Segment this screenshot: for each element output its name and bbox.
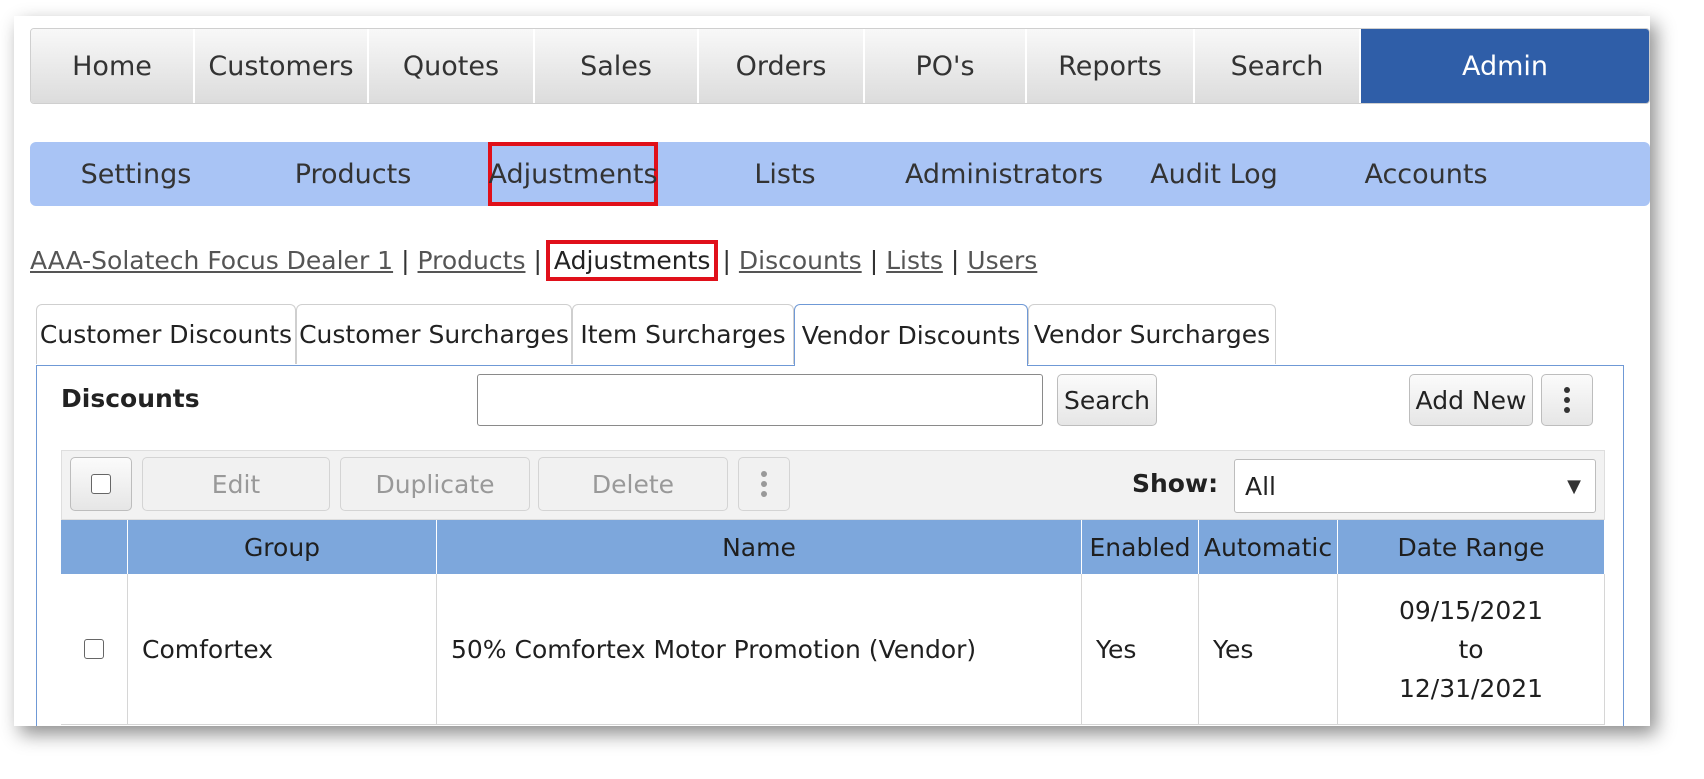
- cell-date-range: 09/15/2021 to 12/31/2021: [1337, 574, 1605, 725]
- row-actions-icon[interactable]: [738, 457, 790, 511]
- breadcrumb: AAA-Solatech Focus Dealer 1 | Products | Adj…: [30, 240, 1037, 286]
- col-enabled[interactable]: Enabled: [1081, 520, 1199, 574]
- crumb-separator: |: [722, 246, 731, 275]
- crumb-lists[interactable]: Lists: [886, 246, 943, 275]
- nav-pos[interactable]: PO's: [865, 29, 1027, 103]
- nav-reports[interactable]: Reports: [1027, 29, 1195, 103]
- row-checkbox[interactable]: [84, 639, 104, 659]
- date-to: 12/31/2021: [1398, 673, 1544, 703]
- nav-customers[interactable]: Customers: [195, 29, 369, 103]
- more-options-icon[interactable]: [1541, 374, 1593, 426]
- panel-title: Discounts: [61, 384, 200, 413]
- crumb-users[interactable]: Users: [967, 246, 1037, 275]
- subnav-audit-log[interactable]: Audit Log: [1124, 142, 1304, 206]
- cell-automatic: Yes: [1198, 574, 1338, 725]
- top-nav: Home Customers Quotes Sales Orders PO's …: [30, 28, 1650, 104]
- show-filter-select[interactable]: All ▼: [1234, 459, 1596, 513]
- cell-group: Comfortex: [127, 574, 437, 725]
- delete-button[interactable]: Delete: [538, 457, 728, 511]
- caret-down-icon: ▼: [1567, 475, 1581, 497]
- nav-quotes[interactable]: Quotes: [369, 29, 535, 103]
- crumb-separator: |: [869, 246, 879, 275]
- nav-orders[interactable]: Orders: [699, 29, 865, 103]
- cell-name: 50% Comfortex Motor Promotion (Vendor): [436, 574, 1082, 725]
- crumb-discounts[interactable]: Discounts: [739, 246, 862, 275]
- duplicate-button[interactable]: Duplicate: [340, 457, 530, 511]
- nav-search[interactable]: Search: [1195, 29, 1361, 103]
- col-automatic[interactable]: Automatic: [1198, 520, 1338, 574]
- date-to-word: to: [1458, 634, 1484, 664]
- subnav-lists[interactable]: Lists: [710, 142, 860, 206]
- crumb-adjustments: Adjustments: [545, 240, 719, 281]
- col-group[interactable]: Group: [127, 520, 437, 574]
- col-date-range[interactable]: Date Range: [1337, 520, 1605, 574]
- subnav-accounts[interactable]: Accounts: [1336, 142, 1516, 206]
- edit-button[interactable]: Edit: [142, 457, 330, 511]
- tab-vendor-surcharges[interactable]: Vendor Surcharges: [1028, 304, 1276, 364]
- select-all-checkbox-button[interactable]: [70, 457, 132, 511]
- add-new-button[interactable]: Add New: [1409, 374, 1533, 426]
- row-select-cell: [61, 574, 128, 725]
- checkbox-icon: [91, 474, 111, 494]
- show-label: Show:: [1132, 469, 1219, 498]
- nav-sales[interactable]: Sales: [535, 29, 699, 103]
- discounts-table: Group Name Enabled Automatic Date Range …: [61, 520, 1605, 725]
- subnav-settings[interactable]: Settings: [60, 142, 212, 206]
- cell-enabled: Yes: [1081, 574, 1199, 725]
- search-input[interactable]: [477, 374, 1043, 426]
- admin-sub-nav: Settings Products Adjustments Lists Admi…: [30, 142, 1650, 206]
- search-button[interactable]: Search: [1057, 374, 1157, 426]
- crumb-separator: |: [401, 246, 410, 275]
- nav-admin[interactable]: Admin: [1361, 29, 1649, 103]
- subnav-administrators[interactable]: Administrators: [886, 142, 1122, 206]
- subnav-adjustments[interactable]: Adjustments: [488, 142, 658, 206]
- crumb-products[interactable]: Products: [418, 246, 526, 275]
- app-window: Home Customers Quotes Sales Orders PO's …: [14, 16, 1650, 726]
- table-header-row: Group Name Enabled Automatic Date Range: [61, 520, 1605, 574]
- tab-item-surcharges[interactable]: Item Surcharges: [572, 304, 794, 364]
- table-row[interactable]: Comfortex 50% Comfortex Motor Promotion …: [61, 574, 1605, 725]
- date-from: 09/15/2021: [1398, 595, 1544, 625]
- subnav-products[interactable]: Products: [278, 142, 428, 206]
- crumb-dealer[interactable]: AAA-Solatech Focus Dealer 1: [30, 246, 393, 275]
- tab-customer-discounts[interactable]: Customer Discounts: [36, 304, 296, 364]
- discounts-panel: Discounts Search Add New Edit Duplicate …: [36, 365, 1624, 726]
- tab-customer-surcharges[interactable]: Customer Surcharges: [296, 304, 572, 364]
- col-select: [61, 520, 128, 574]
- col-name[interactable]: Name: [436, 520, 1082, 574]
- tab-vendor-discounts[interactable]: Vendor Discounts: [794, 304, 1028, 366]
- grid-toolbar: Edit Duplicate Delete Show: All ▼: [61, 450, 1605, 520]
- show-filter-value: All: [1245, 471, 1276, 501]
- crumb-separator: |: [950, 246, 960, 275]
- nav-home[interactable]: Home: [31, 29, 195, 103]
